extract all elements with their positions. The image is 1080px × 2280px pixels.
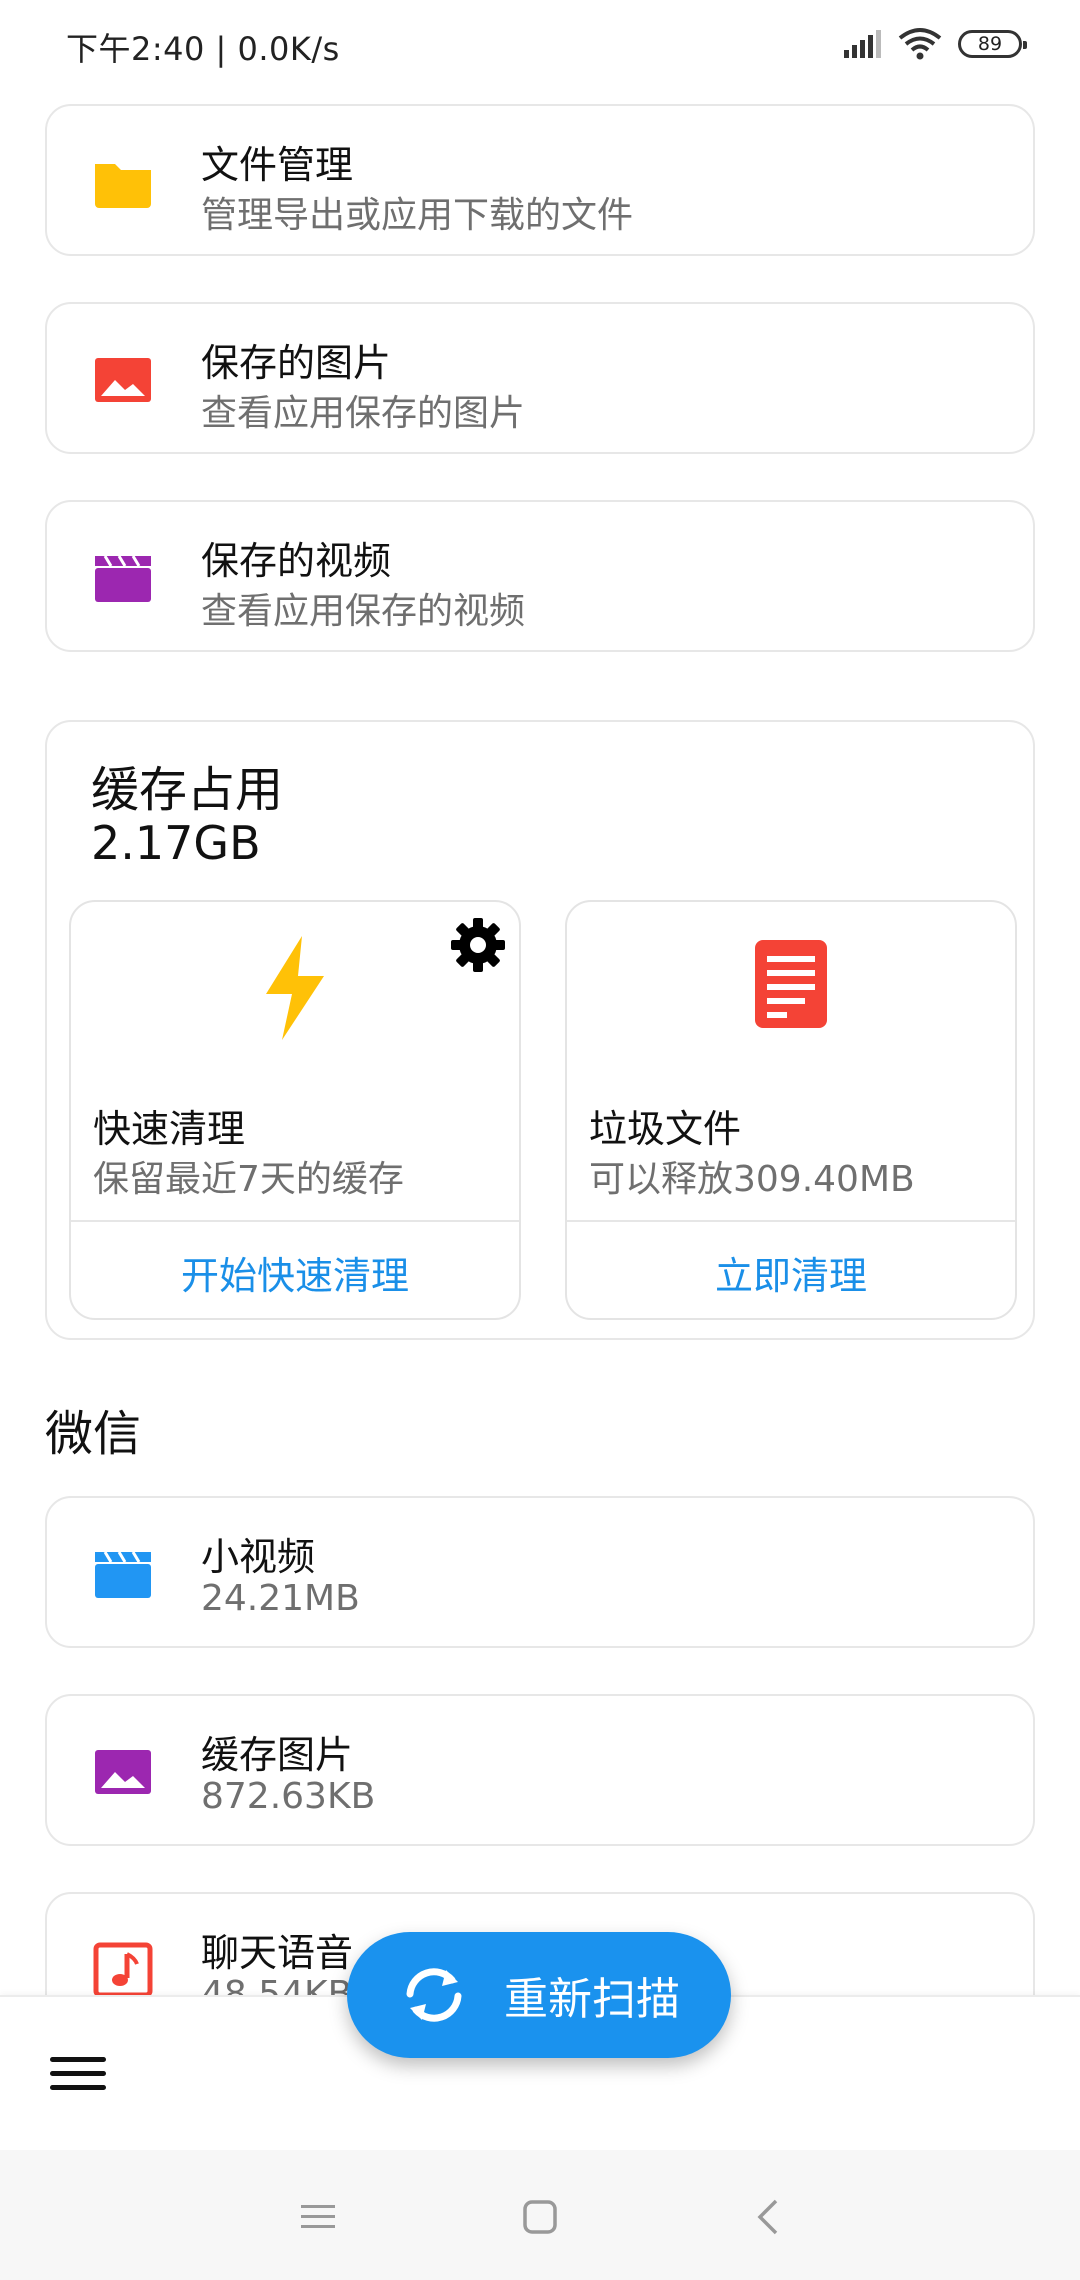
card-title: 缓存图片 (201, 1733, 354, 1777)
card-title: 保存的视频 (201, 539, 392, 583)
status-time: 下午2:40 | 0.0K/s (66, 30, 340, 68)
cache-usage-card: 缓存占用 2.17GB 快速清理 保留最近7天的缓存 开始快速清理 垃圾文件 可… (45, 720, 1035, 1340)
document-icon (755, 940, 827, 1028)
saved-images-card[interactable]: 保存的图片 查看应用保存的图片 (45, 302, 1035, 454)
signal-icon (844, 30, 881, 58)
saved-videos-card[interactable]: 保存的视频 查看应用保存的视频 (45, 500, 1035, 652)
quick-clean-title: 快速清理 (93, 1107, 246, 1151)
card-title: 聊天语音 (201, 1931, 354, 1975)
quick-clean-card: 快速清理 保留最近7天的缓存 开始快速清理 (69, 900, 521, 1320)
rescan-label: 重新扫描 (504, 1974, 680, 2025)
wechat-section-title: 微信 (45, 1406, 142, 1462)
cache-size: 2.17GB (91, 816, 261, 870)
rescan-button[interactable]: 重新扫描 (347, 1932, 731, 2058)
wifi-icon (898, 28, 942, 60)
recent-apps-icon[interactable] (296, 2195, 340, 2239)
folder-icon (95, 164, 151, 208)
start-quick-clean-button[interactable]: 开始快速清理 (71, 1222, 519, 1318)
music-note-icon (93, 1942, 153, 1998)
image-icon (95, 358, 151, 402)
card-size: 24.21MB (201, 1578, 360, 1619)
back-icon[interactable] (746, 2195, 790, 2239)
clapperboard-icon (95, 1551, 151, 1598)
quick-clean-subtitle: 保留最近7天的缓存 (93, 1159, 404, 1200)
gear-icon[interactable] (449, 916, 507, 974)
cache-title: 缓存占用 (91, 762, 284, 818)
home-icon[interactable] (518, 2195, 562, 2239)
junk-files-card: 垃圾文件 可以释放309.40MB 立即清理 (565, 900, 1017, 1320)
card-title: 小视频 (201, 1535, 316, 1579)
junk-files-title: 垃圾文件 (589, 1107, 742, 1151)
card-subtitle: 查看应用保存的视频 (201, 591, 526, 632)
junk-files-subtitle: 可以释放309.40MB (589, 1159, 915, 1200)
card-size: 872.63KB (201, 1776, 376, 1817)
wechat-cached-images-card[interactable]: 缓存图片 872.63KB (45, 1694, 1035, 1846)
wechat-short-video-card[interactable]: 小视频 24.21MB (45, 1496, 1035, 1648)
card-subtitle: 查看应用保存的图片 (201, 393, 526, 434)
card-title: 保存的图片 (201, 341, 392, 385)
status-bar: 下午2:40 | 0.0K/s 89 (0, 0, 1080, 90)
clean-now-button[interactable]: 立即清理 (567, 1222, 1015, 1318)
card-subtitle: 管理导出或应用下载的文件 (201, 195, 634, 236)
refresh-icon (406, 1968, 462, 2022)
file-manager-card[interactable]: 文件管理 管理导出或应用下载的文件 (45, 104, 1035, 256)
battery-indicator: 89 (958, 30, 1027, 58)
clapperboard-icon (95, 555, 151, 602)
system-nav-bar (0, 2150, 1080, 2280)
status-icons: 89 (844, 24, 1027, 64)
image-icon (95, 1750, 151, 1794)
lightning-icon (266, 936, 324, 1040)
menu-icon[interactable] (50, 2057, 106, 2097)
card-title: 文件管理 (201, 143, 354, 187)
